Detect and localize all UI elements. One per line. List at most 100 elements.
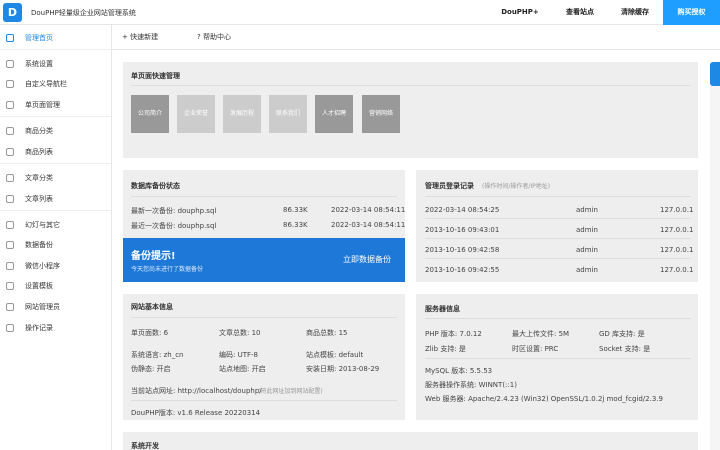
backup-recent-time: 2022-03-14 08:54:11 bbox=[331, 221, 406, 229]
sidebar-divider bbox=[0, 116, 112, 117]
login-row-user: admin bbox=[576, 206, 598, 214]
panel-divider bbox=[425, 318, 691, 319]
page-icon bbox=[6, 101, 14, 109]
sidebar-item-site-admins[interactable]: 网站管理员 bbox=[0, 299, 112, 315]
backup-latest-label: 最新一次备份: douphp.sql bbox=[131, 207, 217, 215]
tile-honors[interactable]: 企业荣誉 bbox=[177, 95, 215, 133]
login-row-user: admin bbox=[576, 246, 598, 254]
help-center-link[interactable]: ? 帮助中心 bbox=[197, 25, 231, 50]
sidebar-item-templates[interactable]: 设置模板 bbox=[0, 278, 112, 294]
product-count: 商品总数: 15 bbox=[306, 329, 348, 337]
buy-license-button[interactable]: 购买授权 bbox=[663, 0, 720, 25]
clock-icon bbox=[6, 324, 14, 332]
single-page-title: 单页面快速管理 bbox=[131, 72, 180, 80]
web-server: Web 服务器: Apache/2.4.23 (Win32) OpenSSL/1… bbox=[425, 395, 663, 403]
row-divider bbox=[425, 218, 691, 219]
topnav-douphp-plus[interactable]: DouPHP+ bbox=[495, 0, 545, 25]
backup-latest-time: 2022-03-14 08:54:11 bbox=[331, 206, 406, 214]
template-icon bbox=[6, 282, 14, 290]
site-template: 站点模板: default bbox=[306, 351, 364, 359]
mysql-version: MySQL 版本: 5.5.53 bbox=[425, 367, 493, 375]
timezone: 时区设置: PRC bbox=[512, 345, 559, 353]
sidebar-item-product-list[interactable]: 商品列表 bbox=[0, 144, 112, 160]
sidebar-item-single-page[interactable]: 单页面管理 bbox=[0, 97, 112, 113]
login-row-user: admin bbox=[576, 266, 598, 274]
sidebar-item-label: 系统设置 bbox=[25, 60, 53, 68]
site-name: DouPHP轻量级企业网站管理系统 bbox=[31, 9, 136, 17]
sidebar-item-label: 幻灯与其它 bbox=[25, 221, 60, 229]
sidebar-item-system-settings[interactable]: 系统设置 bbox=[0, 56, 112, 72]
sidebar-item-label: 管理首页 bbox=[25, 34, 53, 42]
gear-icon bbox=[6, 60, 14, 68]
panel-divider bbox=[131, 196, 397, 197]
zlib-support: Zlib 支持: 是 bbox=[425, 345, 466, 353]
topnav-clear-cache[interactable]: 清除缓存 bbox=[612, 0, 658, 25]
sidebar-divider bbox=[0, 210, 112, 211]
sidebar-item-data-backup[interactable]: 数据备份 bbox=[0, 237, 112, 253]
system-language: 系统语言: zh_cn bbox=[131, 351, 184, 359]
sidebar-item-slides[interactable]: 幻灯与其它 bbox=[0, 217, 112, 233]
douphp-version: DouPHP版本: v1.6 Release 20220314 bbox=[131, 409, 261, 417]
grid-icon bbox=[6, 148, 14, 156]
rewrite-status: 伪静态: 开启 bbox=[131, 365, 171, 373]
sidebar-item-label: 数据备份 bbox=[25, 241, 53, 249]
sidebar-item-custom-nav[interactable]: 自定义导航栏 bbox=[0, 76, 112, 92]
login-row-time: 2022-03-14 08:54:25 bbox=[425, 206, 500, 214]
refresh-icon bbox=[6, 241, 14, 249]
login-row-ip: 127.0.0.1 bbox=[660, 226, 694, 234]
logo-icon[interactable]: D bbox=[3, 3, 22, 22]
login-row-time: 2013-10-16 09:42:58 bbox=[425, 246, 500, 254]
sidebar-item-label: 商品列表 bbox=[25, 148, 53, 156]
server-os: 服务器操作系统: WINNT(::1) bbox=[425, 381, 517, 389]
site-url-note: (将此网址加到网站配置) bbox=[258, 388, 323, 395]
sidebar-item-wechat-miniprogram[interactable]: 微信小程序 bbox=[0, 258, 112, 274]
side-scroll-tab[interactable] bbox=[710, 62, 720, 86]
tile-history[interactable]: 发展历程 bbox=[223, 95, 261, 133]
sidebar-item-label: 文章列表 bbox=[25, 195, 53, 203]
sidebar-item-label: 自定义导航栏 bbox=[25, 80, 67, 88]
book-icon bbox=[6, 174, 14, 182]
panel-divider bbox=[131, 400, 397, 401]
tile-recruitment[interactable]: 人才招聘 bbox=[315, 95, 353, 133]
server-info-title: 服务器信息 bbox=[425, 305, 460, 313]
topnav-view-site[interactable]: 查看站点 bbox=[557, 0, 603, 25]
login-row-user: admin bbox=[576, 226, 598, 234]
login-row-ip: 127.0.0.1 bbox=[660, 246, 694, 254]
sitemap-status: 站点地图: 开启 bbox=[219, 365, 266, 373]
site-url: 当前站点网址: http://localhost/douphp/ bbox=[131, 387, 262, 395]
quick-new-button[interactable]: + 快速新建 bbox=[122, 25, 158, 50]
panel-divider bbox=[425, 358, 691, 359]
sidebar: 管理首页 系统设置 自定义导航栏 单页面管理 商品分类 商品列表 文章分类 文章… bbox=[0, 25, 112, 450]
php-version: PHP 版本: 7.0.12 bbox=[425, 330, 482, 338]
article-count: 文章总数: 10 bbox=[219, 329, 261, 337]
panel-divider bbox=[425, 196, 691, 197]
backup-recent-label: 最近一次备份: douphp.sql bbox=[131, 222, 217, 230]
login-row-time: 2013-10-16 09:43:01 bbox=[425, 226, 500, 234]
sidebar-item-article-list[interactable]: 文章列表 bbox=[0, 191, 112, 207]
sidebar-item-label: 操作记录 bbox=[25, 324, 53, 332]
sub-toolbar: + 快速新建 ? 帮助中心 bbox=[112, 25, 720, 50]
grid-icon bbox=[6, 127, 14, 135]
tile-marketing-network[interactable]: 营销网络 bbox=[362, 95, 400, 133]
backup-title: 数据库备份状态 bbox=[131, 182, 180, 190]
login-row-ip: 127.0.0.1 bbox=[660, 206, 694, 214]
backup-now-button[interactable]: 立即数据备份 bbox=[343, 254, 391, 265]
tile-contact[interactable]: 联系我们 bbox=[269, 95, 307, 133]
scrollbar-track[interactable] bbox=[710, 86, 720, 450]
dev-panel bbox=[123, 432, 698, 450]
backup-recent-size: 86.33K bbox=[283, 221, 308, 229]
sidebar-divider bbox=[0, 163, 112, 164]
top-bar: D DouPHP轻量级企业网站管理系统 DouPHP+ 查看站点 清除缓存 购买… bbox=[0, 0, 720, 25]
sidebar-item-operation-log[interactable]: 操作记录 bbox=[0, 320, 112, 336]
panel-divider bbox=[131, 317, 397, 318]
sidebar-item-label: 单页面管理 bbox=[25, 101, 60, 109]
banner-subtitle: 今天您尚未进行了数据备份 bbox=[131, 266, 204, 273]
sidebar-item-label: 文章分类 bbox=[25, 174, 53, 182]
dev-panel-title: 系统开发 bbox=[131, 442, 159, 450]
sidebar-item-home[interactable]: 管理首页 bbox=[0, 30, 112, 46]
max-upload: 最大上传文件: 5M bbox=[512, 330, 570, 338]
sidebar-item-product-category[interactable]: 商品分类 bbox=[0, 123, 112, 139]
sidebar-item-article-category[interactable]: 文章分类 bbox=[0, 170, 112, 186]
tile-company-profile[interactable]: 公司简介 bbox=[131, 95, 169, 133]
login-row-ip: 127.0.0.1 bbox=[660, 266, 694, 274]
